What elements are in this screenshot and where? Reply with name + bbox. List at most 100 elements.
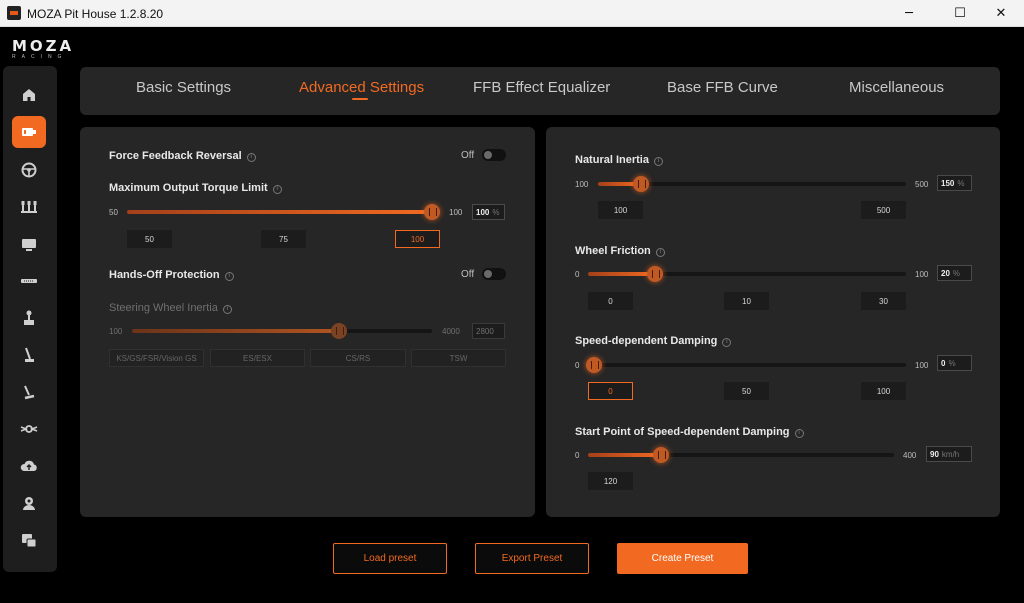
damping-start-min: 0 [575, 451, 580, 460]
info-icon[interactable]: i [722, 338, 732, 347]
sidebar-item-dashboard[interactable] [12, 228, 46, 260]
tab-advanced-settings[interactable]: Advanced Settings [299, 79, 424, 96]
damping-start-max: 400 [903, 451, 917, 460]
wheel-inertia-preset[interactable]: CS/RS [310, 349, 406, 367]
max-torque-max: 100 [449, 208, 463, 217]
natural-inertia-slider-handle[interactable] [633, 176, 650, 192]
max-torque-slider-handle[interactable] [424, 204, 440, 220]
tab-miscellaneous[interactable]: Miscellaneous [849, 79, 944, 96]
info-icon[interactable]: i [222, 305, 232, 314]
sidebar-item-wheelbase[interactable] [12, 116, 46, 148]
wheel-inertia-slider[interactable] [132, 323, 432, 339]
wheel-friction-preset-0[interactable]: 0 [588, 292, 633, 310]
sidebar-item-steering-wheel[interactable] [12, 154, 46, 186]
tab-ffb-effect-equalizer[interactable]: FFB Effect Equalizer [473, 79, 610, 96]
minimize-button[interactable]: ─ [886, 0, 932, 27]
wheel-friction-slider[interactable] [588, 266, 906, 282]
load-preset-button[interactable]: Load preset [333, 543, 447, 574]
max-torque-min: 50 [109, 208, 118, 217]
title-bar: MOZA Pit House 1.2.8.20 ─ ☐ ✕ [0, 0, 1024, 27]
sidebar-item-user[interactable] [12, 487, 46, 519]
wheelbase-icon [22, 128, 36, 136]
speed-damping-preset-100[interactable]: 100 [861, 382, 906, 400]
steering-wheel-icon [21, 162, 37, 178]
sidebar-item-display-bar[interactable] [12, 265, 46, 297]
hub-icon [20, 425, 38, 433]
info-icon[interactable]: i [653, 157, 663, 166]
natural-inertia-preset-100[interactable]: 100 [598, 201, 643, 219]
speed-damping-preset-50[interactable]: 50 [724, 382, 769, 400]
damping-start-preset-120[interactable]: 120 [588, 472, 633, 490]
create-preset-button[interactable]: Create Preset [617, 543, 748, 574]
ffb-reversal-toggle[interactable] [482, 149, 506, 161]
sidebar-item-help[interactable] [12, 524, 46, 556]
display-bar-icon [21, 279, 37, 283]
max-torque-label: Maximum Output Torque Limit i [109, 182, 282, 194]
wheel-inertia-min: 100 [109, 327, 123, 336]
damping-start-value-input[interactable]: 90 km/h [926, 446, 972, 462]
hands-off-toggle[interactable] [482, 268, 506, 280]
export-preset-button[interactable]: Export Preset [475, 543, 589, 574]
moza-logo: MOZA RACING [12, 37, 75, 60]
wheel-inertia-value-input[interactable]: 2800 [472, 323, 505, 339]
natural-inertia-slider[interactable] [598, 176, 906, 192]
wheel-inertia-slider-handle[interactable] [331, 323, 347, 339]
speed-damping-preset-0[interactable]: 0 [588, 382, 633, 400]
user-icon [23, 497, 35, 510]
speed-damping-slider-handle[interactable] [586, 357, 603, 373]
wheel-friction-preset-30[interactable]: 30 [861, 292, 906, 310]
dashboard-icon [22, 239, 36, 251]
max-torque-preset-50[interactable]: 50 [127, 230, 172, 248]
info-icon[interactable]: i [272, 185, 282, 194]
hands-off-label: Hands-Off Protection i [109, 269, 234, 281]
damping-start-label: Start Point of Speed-dependent Damping i [575, 426, 804, 438]
settings-tab-bar: Basic Settings Advanced Settings FFB Eff… [80, 67, 1000, 115]
sidebar-item-shifter[interactable] [12, 302, 46, 334]
sidebar-item-cloud[interactable] [12, 450, 46, 482]
sidebar-item-pedals[interactable] [12, 191, 46, 223]
window-title: MOZA Pit House 1.2.8.20 [27, 7, 164, 21]
wheel-friction-label: Wheel Friction i [575, 245, 665, 257]
close-button[interactable]: ✕ [978, 0, 1024, 27]
sidebar-item-home[interactable] [12, 79, 46, 111]
damping-start-slider[interactable] [588, 447, 894, 463]
natural-inertia-preset-500[interactable]: 500 [861, 201, 906, 219]
speed-damping-value-input[interactable]: 0% [937, 355, 972, 371]
info-icon[interactable]: i [655, 248, 665, 257]
wheel-friction-value-input[interactable]: 20% [937, 265, 972, 281]
pedal-icon [24, 385, 35, 400]
wheel-friction-max: 100 [915, 270, 929, 279]
speed-damping-slider[interactable] [586, 357, 906, 373]
wheel-inertia-preset[interactable]: KS/GS/FSR/Vision GS [109, 349, 204, 367]
wheel-inertia-preset[interactable]: ES/ESX [210, 349, 305, 367]
speed-damping-label: Speed-dependent Damping i [575, 335, 732, 347]
wheel-inertia-preset[interactable]: TSW [411, 349, 506, 367]
info-icon[interactable]: i [224, 272, 234, 281]
max-torque-value-input[interactable]: 100% [472, 204, 505, 220]
wheel-friction-min: 0 [575, 270, 580, 279]
max-torque-preset-100[interactable]: 100 [395, 230, 440, 248]
handbrake-icon [25, 347, 34, 362]
info-icon[interactable]: i [794, 429, 804, 438]
max-torque-preset-75[interactable]: 75 [261, 230, 306, 248]
damping-start-slider-handle[interactable] [653, 447, 670, 463]
tab-basic-settings[interactable]: Basic Settings [136, 79, 231, 96]
maximize-button[interactable]: ☐ [937, 0, 983, 27]
sidebar-item-pedal-single[interactable] [12, 376, 46, 408]
sidebar-item-handbrake[interactable] [12, 339, 46, 371]
natural-inertia-value-input[interactable]: 150% [937, 175, 972, 191]
right-settings-panel: Natural Inertia i 100 500 150% 100 500 Wh… [546, 127, 1000, 517]
info-icon[interactable]: i [246, 153, 256, 162]
tab-base-ffb-curve[interactable]: Base FFB Curve [667, 79, 778, 96]
left-settings-panel: Force Feedback Reversal i Off Maximum Out… [80, 127, 535, 517]
natural-inertia-min: 100 [575, 180, 589, 189]
wheel-friction-preset-10[interactable]: 10 [724, 292, 769, 310]
pedals-icon [21, 201, 37, 213]
ffb-reversal-label: Force Feedback Reversal i [109, 150, 256, 162]
wheel-friction-slider-handle[interactable] [646, 266, 663, 282]
ffb-reversal-state: Off [461, 150, 475, 161]
sidebar-item-hub[interactable] [12, 413, 46, 445]
help-icon [22, 534, 37, 548]
max-torque-slider[interactable] [127, 204, 440, 220]
hands-off-state: Off [461, 269, 475, 280]
